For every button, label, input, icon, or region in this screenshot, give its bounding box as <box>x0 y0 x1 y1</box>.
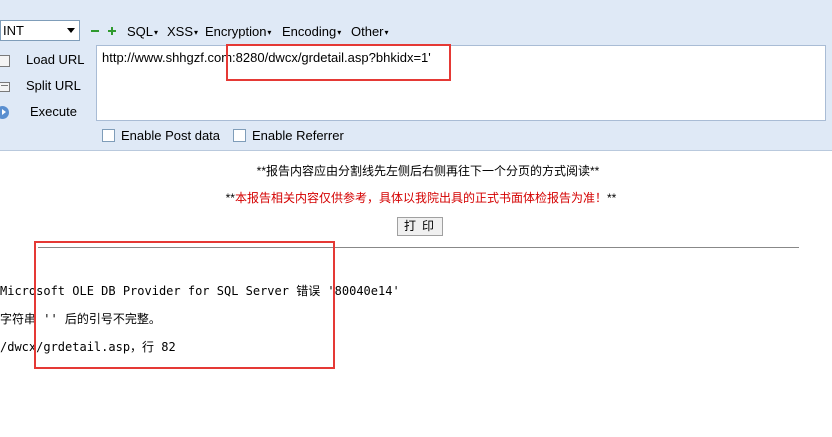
disclaimer-text: 本报告相关内容仅供参考，具体以我院出具的正式书面体检报告为准！ <box>234 191 607 205</box>
load-url-button[interactable]: Load URL <box>0 50 95 70</box>
caret-down-icon: ▾ <box>267 28 272 37</box>
menu-sql-label: SQL <box>127 24 154 39</box>
disclaimer-suffix: ** <box>607 191 617 205</box>
menu-encoding-label: Encoding <box>282 24 337 39</box>
minus-icon[interactable] <box>91 27 99 35</box>
disclaimer-prefix: ** <box>225 191 235 205</box>
caret-down-icon: ▾ <box>194 28 199 37</box>
caret-down-icon: ▾ <box>154 28 159 37</box>
plus-icon[interactable] <box>108 27 116 35</box>
menu-xss[interactable]: XSS▾ <box>167 24 198 41</box>
menu-encoding[interactable]: Encoding▾ <box>282 24 341 41</box>
hackbar-toolbar: INT SQL▾ XSS▾ Encryption▾ Encoding▾ Othe… <box>0 0 832 44</box>
menu-encryption[interactable]: Encryption▾ <box>205 24 271 41</box>
enable-post-label: Enable Post data <box>121 128 221 143</box>
print-button[interactable]: 打印 <box>397 217 443 236</box>
split-url-label: Split URL <box>26 78 81 93</box>
execute-icon <box>0 106 9 119</box>
enable-referrer-label: Enable Referrer <box>252 128 344 143</box>
split-url-icon <box>0 80 12 92</box>
reading-instruction: **报告内容应由分割线先左侧后右侧再往下一个分页的方式阅读** <box>256 164 600 178</box>
menu-encryption-label: Encryption <box>205 24 267 39</box>
url-highlight-box <box>226 44 451 81</box>
split-url-button[interactable]: Split URL <box>0 76 95 96</box>
load-url-icon <box>0 54 12 67</box>
menu-other-label: Other <box>351 24 384 39</box>
checkbox-box[interactable] <box>233 129 246 142</box>
menu-other[interactable]: Other▾ <box>351 24 389 41</box>
load-url-label: Load URL <box>26 52 85 67</box>
caret-down-icon: ▾ <box>384 28 389 37</box>
execute-button[interactable]: Execute <box>0 102 95 122</box>
menu-xss-label: XSS <box>167 24 194 39</box>
caret-down-icon: ▾ <box>337 28 342 37</box>
enable-referrer-checkbox[interactable]: Enable Referrer <box>233 128 344 144</box>
checkbox-box[interactable] <box>102 129 115 142</box>
enable-post-checkbox[interactable]: Enable Post data <box>102 128 220 144</box>
execute-label: Execute <box>30 104 77 119</box>
disclaimer: **本报告相关内容仅供参考，具体以我院出具的正式书面体检报告为准！** <box>0 190 832 206</box>
url-textarea[interactable]: http://www.shhgzf.com:8280/dwcx/grdetail… <box>96 45 826 121</box>
menu-sql[interactable]: SQL▾ <box>127 24 158 41</box>
type-select-value: INT <box>3 23 24 38</box>
type-select[interactable]: INT <box>0 20 80 41</box>
chevron-down-icon <box>67 28 75 33</box>
error-highlight-box <box>34 241 335 369</box>
